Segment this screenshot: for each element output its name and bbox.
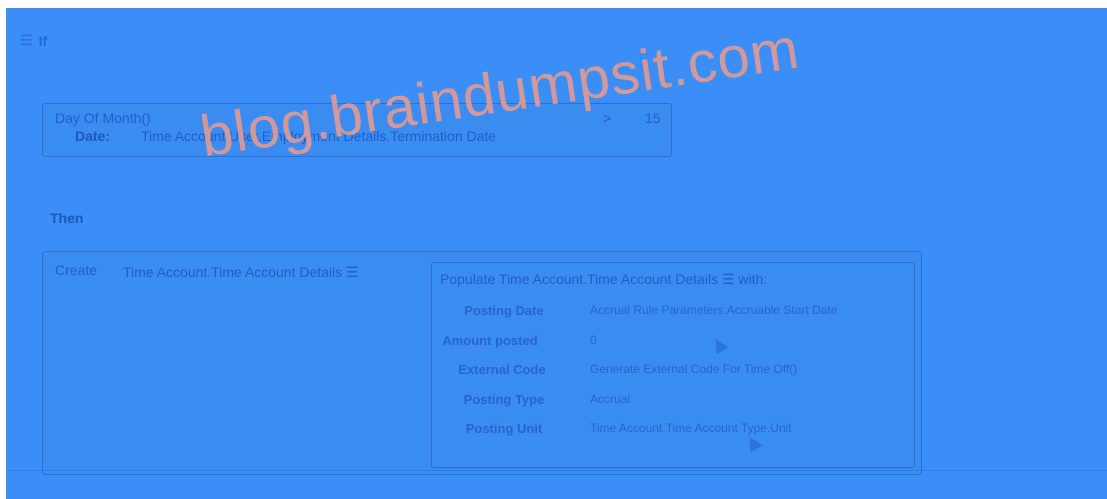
create-target-object[interactable]: Time Account.Time Account Details ☰ — [123, 264, 359, 281]
then-section-label: Then — [50, 210, 84, 226]
populate-title: Populate Time Account.Time Account Detai… — [440, 271, 768, 287]
field-label: Amount posted — [442, 333, 538, 348]
if-section-header: ☰ If — [20, 32, 47, 49]
field-label: Posting Type — [463, 392, 545, 407]
create-action[interactable]: Create Time Account.Time Account Details… — [42, 251, 922, 475]
field-row-amount-posted: Amount posted 0 — [432, 333, 914, 355]
field-row-posting-unit: Posting Unit Time Account.Time Account T… — [432, 421, 914, 443]
date-parameter-label: Date: — [75, 128, 111, 144]
field-value[interactable]: Accrual — [590, 392, 630, 406]
field-row-external-code: External Code Generate External Code For… — [432, 362, 914, 384]
field-label: External Code — [458, 362, 546, 377]
field-value[interactable]: Accrual Rule Parameters.Accruable Start … — [590, 303, 837, 317]
if-label: If — [38, 32, 48, 49]
condition-operator[interactable]: > — [603, 110, 611, 126]
field-label: Posting Unit — [465, 421, 543, 436]
field-value[interactable]: Generate External Code For Time Off() — [590, 362, 797, 376]
field-value[interactable]: 0 — [590, 333, 597, 347]
divider — [6, 470, 1107, 471]
rule-editor-canvas: ☰ If Day Of Month() > 15 Date: Time Acco… — [6, 8, 1107, 499]
field-row-posting-type: Posting Type Accrual — [432, 392, 914, 414]
field-value[interactable]: Time Account.Time Account Type.Unit — [590, 421, 792, 435]
condition-value[interactable]: 15 — [645, 110, 661, 126]
field-row-posting-date: Posting Date Accrual Rule Parameters.Acc… — [432, 303, 914, 325]
condition-function[interactable]: Day Of Month() — [55, 110, 151, 126]
hamburger-icon[interactable]: ☰ — [20, 32, 33, 49]
create-action-label: Create — [55, 262, 98, 278]
field-label: Posting Date — [464, 303, 544, 318]
populate-panel: Populate Time Account.Time Account Detai… — [431, 262, 915, 468]
